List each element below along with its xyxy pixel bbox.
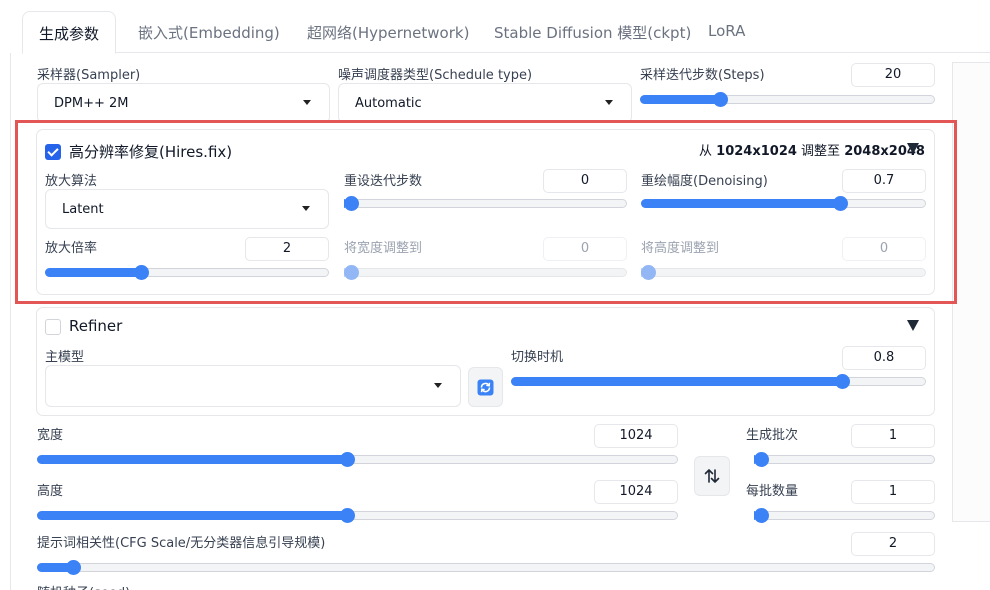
batch-size-input[interactable]: 1: [851, 480, 935, 504]
width-slider-fill: [37, 455, 348, 464]
highlight-box: [15, 120, 957, 304]
right-column-panel: [952, 62, 990, 522]
triangle-down-icon[interactable]: [907, 320, 919, 331]
chevron-down-icon: [434, 383, 442, 388]
schedule-type-value: Automatic: [355, 95, 422, 111]
switch-at-slider-handle[interactable]: [834, 374, 850, 389]
height-label: 高度: [37, 484, 64, 499]
chevron-down-icon: [605, 100, 613, 105]
tab-bar: 生成参数 嵌入式(Embedding) 超网络(Hypernetwork) St…: [0, 0, 990, 54]
tab-lora[interactable]: LoRA: [708, 22, 745, 40]
refiner-model-label: 主模型: [45, 350, 85, 365]
seed-label: 随机种子(seed): [37, 582, 130, 590]
tab-hypernetwork[interactable]: 超网络(Hypernetwork): [307, 22, 469, 43]
swap-dimensions-icon: [704, 469, 720, 483]
tab-checkpoints[interactable]: Stable Diffusion 模型(ckpt): [494, 22, 691, 43]
schedule-type-label: 噪声调度器类型(Schedule type): [338, 68, 533, 83]
swap-dimensions-button[interactable]: [694, 456, 730, 496]
height-slider[interactable]: [37, 508, 678, 523]
steps-slider-fill: [640, 95, 721, 104]
switch-at-slider-fill: [511, 377, 843, 386]
refiner-model-dropdown[interactable]: [45, 365, 461, 407]
sampler-value: DPM++ 2M: [54, 95, 129, 111]
height-input[interactable]: 1024: [594, 480, 678, 504]
steps-input[interactable]: 20: [851, 63, 935, 87]
switch-at-input[interactable]: 0.8: [842, 346, 926, 370]
sampler-label: 采样器(Sampler): [37, 68, 141, 83]
sampler-dropdown[interactable]: DPM++ 2M: [37, 83, 330, 123]
cfg-scale-slider[interactable]: [37, 560, 935, 575]
batch-count-input[interactable]: 1: [851, 424, 935, 448]
cfg-scale-input[interactable]: 2: [851, 532, 935, 556]
refresh-icon: [477, 379, 494, 395]
schedule-type-dropdown[interactable]: Automatic: [338, 83, 632, 123]
height-slider-fill: [37, 511, 348, 520]
steps-slider[interactable]: [640, 92, 935, 107]
batch-size-slider[interactable]: [753, 508, 935, 523]
width-input[interactable]: 1024: [594, 424, 678, 448]
batch-size-slider-handle[interactable]: [753, 508, 769, 523]
batch-size-label: 每批数量: [746, 484, 799, 499]
chevron-down-icon: [303, 100, 311, 105]
refiner-title: Refiner: [69, 317, 123, 335]
steps-label: 采样迭代步数(Steps): [640, 68, 765, 83]
cfg-scale-label: 提示词相关性(CFG Scale/无分类器信息引导规模): [37, 536, 326, 551]
refiner-checkbox[interactable]: [45, 319, 61, 335]
switch-at-label: 切换时机: [511, 350, 564, 365]
refresh-button[interactable]: [468, 367, 503, 407]
batch-count-slider[interactable]: [753, 452, 935, 467]
steps-slider-handle[interactable]: [712, 92, 728, 107]
width-label: 宽度: [37, 428, 64, 443]
batch-count-label: 生成批次: [746, 428, 799, 443]
width-slider[interactable]: [37, 452, 678, 467]
tab-embedding[interactable]: 嵌入式(Embedding): [138, 22, 280, 43]
batch-count-slider-handle[interactable]: [753, 452, 769, 467]
switch-at-slider[interactable]: [511, 374, 926, 389]
tab-generation[interactable]: 生成参数: [22, 11, 117, 54]
